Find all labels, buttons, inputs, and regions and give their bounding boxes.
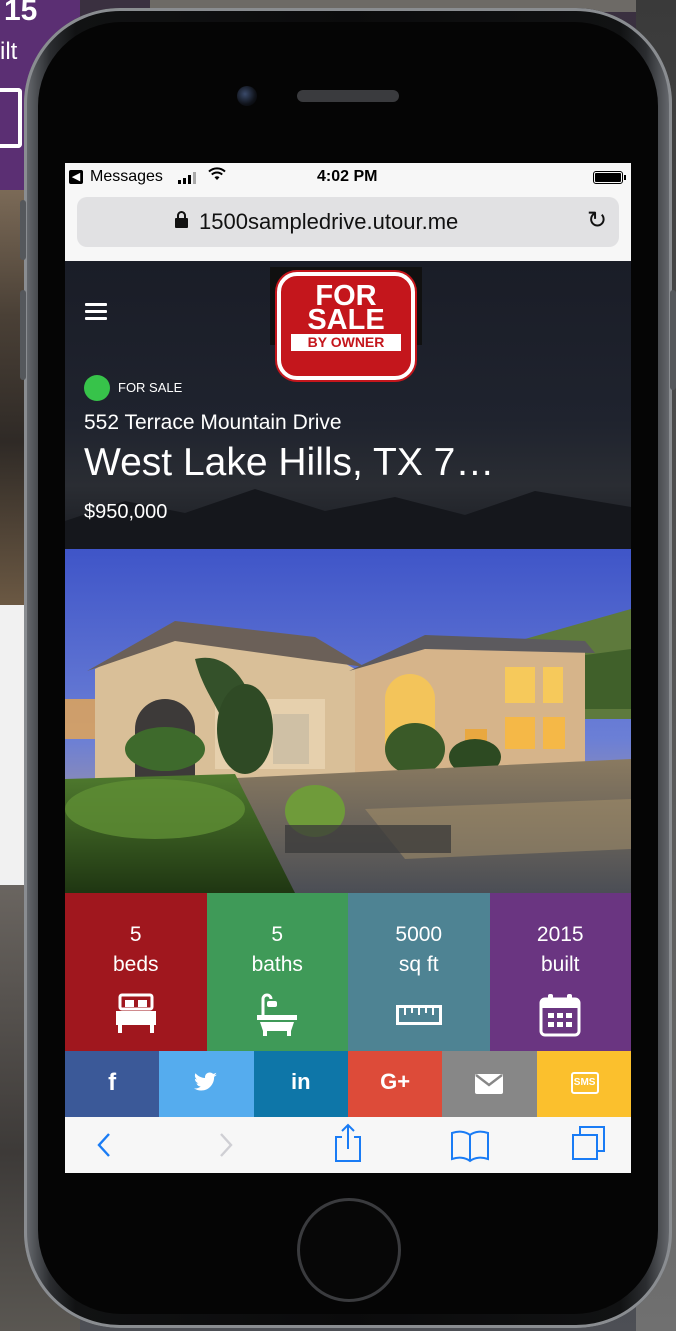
share-google-plus-button[interactable]: G+ [347,1051,443,1117]
stat-value: 5 [271,923,284,946]
for-sale-by-owner-logo[interactable]: FOR SALE BY OWNER [277,272,415,380]
logo-line-2: SALE [307,304,385,336]
facebook-icon: f [108,1069,117,1096]
phone-screen: ◀ Messages 4:02 PM 1500sampledrive.utour… [65,163,631,1173]
chevron-left-icon [97,1133,110,1157]
power-button [670,290,676,390]
ruler-icon [395,1005,442,1030]
stat-label: beds [112,953,159,976]
stat-value: 5000 [395,923,443,946]
status-time: 4:02 PM [317,168,378,185]
forward-button[interactable] [205,1117,255,1173]
share-bar: f in G+ SMS [65,1051,631,1117]
wifi-icon [208,167,226,186]
share-twitter-button[interactable] [159,1051,254,1117]
battery-icon [593,171,626,184]
share-facebook-button[interactable]: f [65,1051,160,1117]
back-to-app-label[interactable]: Messages [90,168,163,186]
twitter-icon [194,1072,218,1091]
stat-built[interactable]: 2015 built [489,893,631,1051]
tabs-icon [572,1126,605,1160]
stat-label: baths [251,953,303,976]
ios-status-bar: ◀ Messages 4:02 PM [65,163,631,191]
url-text[interactable]: 1500sampledrive.utour.me [199,209,458,235]
listing-street-address: 552 Terrace Mountain Drive [84,411,342,434]
logo-line-3: BY OWNER [291,334,401,351]
property-photo[interactable] [65,549,631,893]
listing-city: West Lake Hills, TX 7… [84,441,495,484]
book-icon [451,1130,489,1163]
share-sms-button[interactable]: SMS [536,1051,631,1117]
volume-up-button [20,290,26,380]
chevron-right-icon [220,1133,233,1157]
stat-value: 2015 [536,923,584,946]
stat-value: 5 [129,923,142,946]
cellular-signal-icon [178,172,196,184]
listing-status-label: FOR SALE [118,380,183,395]
home-button[interactable] [297,1198,401,1302]
background-card-value: 15 [4,0,38,27]
share-icon [335,1123,361,1162]
reload-icon[interactable]: ↻ [587,206,607,235]
bathtub-icon [255,993,299,1042]
linkedin-icon: in [291,1069,311,1094]
back-to-app-icon[interactable]: ◀ [69,170,83,184]
listing-price: $950,000 [84,501,168,523]
stat-sqft[interactable]: 5000 sq ft [348,893,490,1051]
stat-label: sq ft [398,953,439,976]
stat-beds[interactable]: 5 beds [65,893,207,1051]
sms-icon: SMS [570,1072,599,1094]
safari-toolbar [65,1117,631,1173]
share-linkedin-button[interactable]: in [253,1051,348,1117]
hamburger-menu-icon[interactable] [85,303,107,321]
share-button[interactable] [323,1117,373,1173]
bed-icon [114,993,158,1040]
bookmarks-button[interactable] [445,1117,495,1173]
stat-baths[interactable]: 5 baths [206,893,348,1051]
lock-icon [175,211,188,228]
front-camera [237,86,257,106]
calendar-icon [539,993,581,1042]
listing-status-indicator [84,375,110,401]
share-email-button[interactable] [442,1051,537,1117]
tabs-button[interactable] [565,1117,615,1173]
stat-label: built [540,953,580,976]
property-stats: 5 beds 5 baths 5000 sq ft 2015 built [65,893,631,1051]
background-card-label: ilt [0,38,18,65]
sms-label: SMS [573,1077,596,1088]
google-plus-icon: G+ [380,1069,411,1094]
listing-header: FOR SALE BY OWNER FOR SALE 552 Terrace M… [65,261,631,549]
back-button[interactable] [85,1117,135,1173]
address-bar[interactable]: 1500sampledrive.utour.me ↻ [77,197,619,247]
background-calendar-icon [0,88,22,148]
safari-address-area: 1500sampledrive.utour.me ↻ [65,191,631,261]
earpiece-speaker [297,90,399,102]
mute-switch [20,200,26,260]
envelope-icon [475,1074,504,1094]
